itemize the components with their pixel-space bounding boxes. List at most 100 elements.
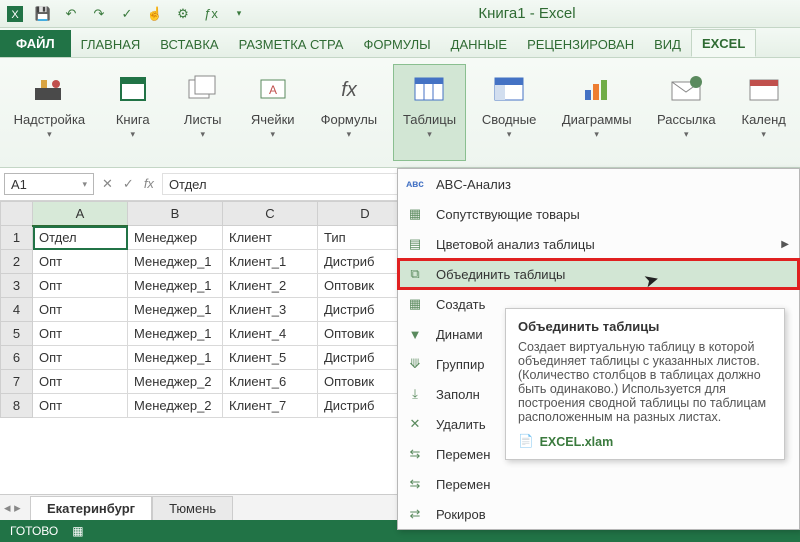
enter-icon[interactable]: ✓ — [123, 176, 134, 192]
redo-icon[interactable]: ↷ — [90, 5, 108, 23]
cell[interactable]: Опт — [33, 346, 128, 370]
cancel-icon[interactable]: ✕ — [102, 176, 113, 192]
spell-icon[interactable]: ✓ — [118, 5, 136, 23]
cell[interactable]: Опт — [33, 394, 128, 418]
row-header[interactable]: 6 — [1, 346, 33, 370]
col-header[interactable]: C — [223, 202, 318, 226]
row-header[interactable]: 2 — [1, 250, 33, 274]
save-icon[interactable]: 💾 — [34, 5, 52, 23]
row-header[interactable]: 4 — [1, 298, 33, 322]
ribbon-cal[interactable]: Календ▾ — [731, 64, 796, 161]
ribbon-label: Книга — [116, 113, 150, 127]
col-header[interactable]: A — [33, 202, 128, 226]
ribbon-formulas[interactable]: fx Формулы ▾ — [311, 64, 387, 161]
cell[interactable]: Менеджер_2 — [128, 370, 223, 394]
tab-formulas[interactable]: ФОРМУЛЫ — [353, 31, 440, 57]
row-header[interactable]: 7 — [1, 370, 33, 394]
select-all-corner[interactable] — [1, 202, 33, 226]
cell[interactable]: Менеджер_1 — [128, 250, 223, 274]
gear-icon[interactable]: ⚙ — [174, 5, 192, 23]
cell[interactable]: Менеджер_1 — [128, 274, 223, 298]
cell[interactable]: Менеджер_1 — [128, 322, 223, 346]
chevron-down-icon[interactable]: ▾ — [82, 179, 87, 190]
sheet-nav[interactable]: ◂ ▸ — [4, 500, 21, 516]
cell[interactable]: Менеджер — [128, 226, 223, 250]
title-bar: X 💾 ↶ ↷ ✓ ☝ ⚙ ƒx ▾ Книга1 - Excel — [0, 0, 800, 28]
tab-file[interactable]: ФАЙЛ — [0, 30, 71, 57]
menu-item-3[interactable]: ⧉Объединить таблицы — [398, 259, 799, 289]
menu-item-0[interactable]: ᴀʙᴄ ABC-Анализ — [398, 169, 799, 199]
file-icon: 📄 — [518, 434, 534, 449]
quick-access-toolbar: X 💾 ↶ ↷ ✓ ☝ ⚙ ƒx ▾ — [0, 5, 254, 23]
menu-item-2[interactable]: ▤Цветовой анализ таблицы▶ — [398, 229, 799, 259]
row-header[interactable]: 3 — [1, 274, 33, 298]
svg-text:fx: fx — [341, 79, 358, 101]
charts-icon — [577, 69, 617, 109]
cell[interactable]: Клиент_7 — [223, 394, 318, 418]
cell[interactable]: Клиент_6 — [223, 370, 318, 394]
ribbon-addins[interactable]: Надстройка▾ — [4, 64, 95, 161]
menu-item-label: Группир — [436, 357, 484, 372]
tab-review[interactable]: РЕЦЕНЗИРОВАН — [517, 31, 644, 57]
cell[interactable]: Опт — [33, 298, 128, 322]
ribbon-mail[interactable]: Рассылка▾ — [647, 64, 725, 161]
menu-item-label: ABC-Анализ — [436, 177, 511, 192]
ribbon-book[interactable]: Книга▾ — [101, 64, 165, 161]
cell[interactable]: Клиент_5 — [223, 346, 318, 370]
fx-icon[interactable]: fx — [144, 176, 154, 192]
cell[interactable]: Опт — [33, 274, 128, 298]
col-header[interactable]: B — [128, 202, 223, 226]
tab-home[interactable]: ГЛАВНАЯ — [71, 31, 151, 57]
sheet-tab-ekb[interactable]: Екатеринбург — [30, 496, 152, 520]
qat-more-icon[interactable]: ▾ — [230, 5, 248, 23]
cell[interactable]: Менеджер_2 — [128, 394, 223, 418]
cell[interactable]: Опт — [33, 322, 128, 346]
ribbon-label: Листы — [184, 113, 222, 127]
menu-item-label: Заполн — [436, 387, 480, 402]
fx-icon[interactable]: ƒx — [202, 5, 220, 23]
cell[interactable]: Отдел — [33, 226, 128, 250]
tooltip-file: 📄 EXCEL.xlam — [518, 434, 772, 449]
ribbon-pivot[interactable]: Сводные▾ — [472, 64, 546, 161]
menu-item-label: Динами — [436, 327, 483, 342]
ribbon-charts[interactable]: Диаграммы▾ — [552, 64, 641, 161]
row-header[interactable]: 1 — [1, 226, 33, 250]
menu-item-11[interactable]: ⇄Рокиров — [398, 499, 799, 529]
tooltip-title: Объединить таблицы — [518, 319, 772, 334]
cell[interactable]: Клиент_3 — [223, 298, 318, 322]
row-header[interactable]: 5 — [1, 322, 33, 346]
undo-icon[interactable]: ↶ — [62, 5, 80, 23]
ribbon-sheets[interactable]: Листы▾ — [171, 64, 235, 161]
tab-excel-addin[interactable]: EXCEL — [691, 29, 756, 57]
chevron-down-icon: ▾ — [684, 129, 689, 140]
row-header[interactable]: 8 — [1, 394, 33, 418]
cell[interactable]: Менеджер_1 — [128, 298, 223, 322]
cell[interactable]: Клиент — [223, 226, 318, 250]
move-icon: ⇆ — [404, 443, 426, 465]
menu-item-1[interactable]: ▦Сопутствующие товары — [398, 199, 799, 229]
cell[interactable]: Клиент_2 — [223, 274, 318, 298]
name-box[interactable]: A1 ▾ — [4, 173, 94, 195]
ribbon-cells[interactable]: AЯчейки▾ — [241, 64, 305, 161]
cal-icon — [744, 69, 784, 109]
menu-item-label: Объединить таблицы — [436, 267, 565, 282]
ribbon-label: Ячейки — [251, 113, 295, 127]
menu-item-10[interactable]: ⇆Перемен — [398, 469, 799, 499]
chevron-down-icon: ▾ — [347, 129, 352, 140]
macro-icon[interactable]: ▦ — [72, 524, 83, 538]
cell[interactable]: Опт — [33, 370, 128, 394]
cell[interactable]: Опт — [33, 250, 128, 274]
cell[interactable]: Клиент_1 — [223, 250, 318, 274]
tab-data[interactable]: ДАННЫЕ — [441, 31, 517, 57]
ribbon-label: Формулы — [321, 113, 378, 127]
tab-layout[interactable]: РАЗМЕТКА СТРА — [229, 31, 354, 57]
cell[interactable]: Клиент_4 — [223, 322, 318, 346]
ABC-icon: ᴀʙᴄ — [404, 173, 426, 195]
tab-insert[interactable]: ВСТАВКА — [150, 31, 228, 57]
ribbon-tables[interactable]: Таблицы▾ — [393, 64, 466, 161]
touch-icon[interactable]: ☝ — [146, 5, 164, 23]
sheet-tab-tyumen[interactable]: Тюмень — [152, 496, 233, 520]
menu-item-label: Удалить — [436, 417, 486, 432]
tab-view[interactable]: ВИД — [644, 31, 691, 57]
cell[interactable]: Менеджер_1 — [128, 346, 223, 370]
